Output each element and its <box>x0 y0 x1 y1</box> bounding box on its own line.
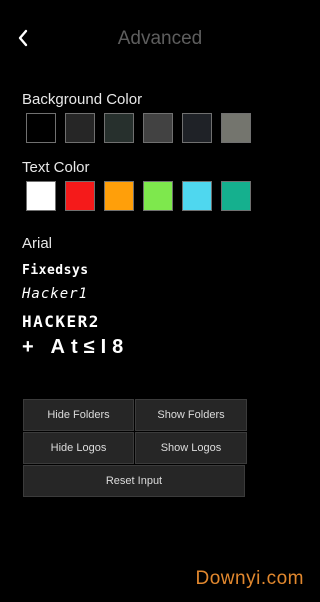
font-option-fixedsys[interactable]: Fixedsys <box>22 263 89 278</box>
page-title: Advanced <box>117 28 203 49</box>
background-color-label: Background Color <box>22 91 143 108</box>
bg-swatch-black[interactable] <box>26 113 56 143</box>
text-swatch-green[interactable] <box>143 181 173 211</box>
font-option-arial[interactable]: Arial <box>22 235 52 252</box>
bg-swatch-dark-gray[interactable] <box>65 113 95 143</box>
text-swatch-orange[interactable] <box>104 181 134 211</box>
font-option-glyph[interactable]: + At≤I8 <box>22 336 129 359</box>
font-option-hacker2[interactable]: HACKER2 <box>22 312 100 331</box>
show-folders-button[interactable]: Show Folders <box>135 399 247 431</box>
watermark: Downyi.com <box>195 568 304 589</box>
bg-swatch-gray[interactable] <box>143 113 173 143</box>
bg-swatch-dark-green-gray[interactable] <box>104 113 134 143</box>
show-logos-button[interactable]: Show Logos <box>135 432 247 464</box>
background-color-swatches <box>26 113 251 143</box>
reset-input-button[interactable]: Reset Input <box>23 465 245 497</box>
text-color-swatches <box>26 181 251 211</box>
text-swatch-cyan[interactable] <box>182 181 212 211</box>
text-swatch-teal[interactable] <box>221 181 251 211</box>
text-swatch-white[interactable] <box>26 181 56 211</box>
font-option-hacker1[interactable]: Hacker1 <box>22 286 88 302</box>
bg-swatch-olive-gray[interactable] <box>221 113 251 143</box>
hide-folders-button[interactable]: Hide Folders <box>23 399 134 431</box>
text-swatch-red[interactable] <box>65 181 95 211</box>
hide-logos-button[interactable]: Hide Logos <box>23 432 134 464</box>
bg-swatch-dark-blue-gray[interactable] <box>182 113 212 143</box>
text-color-label: Text Color <box>22 159 90 176</box>
